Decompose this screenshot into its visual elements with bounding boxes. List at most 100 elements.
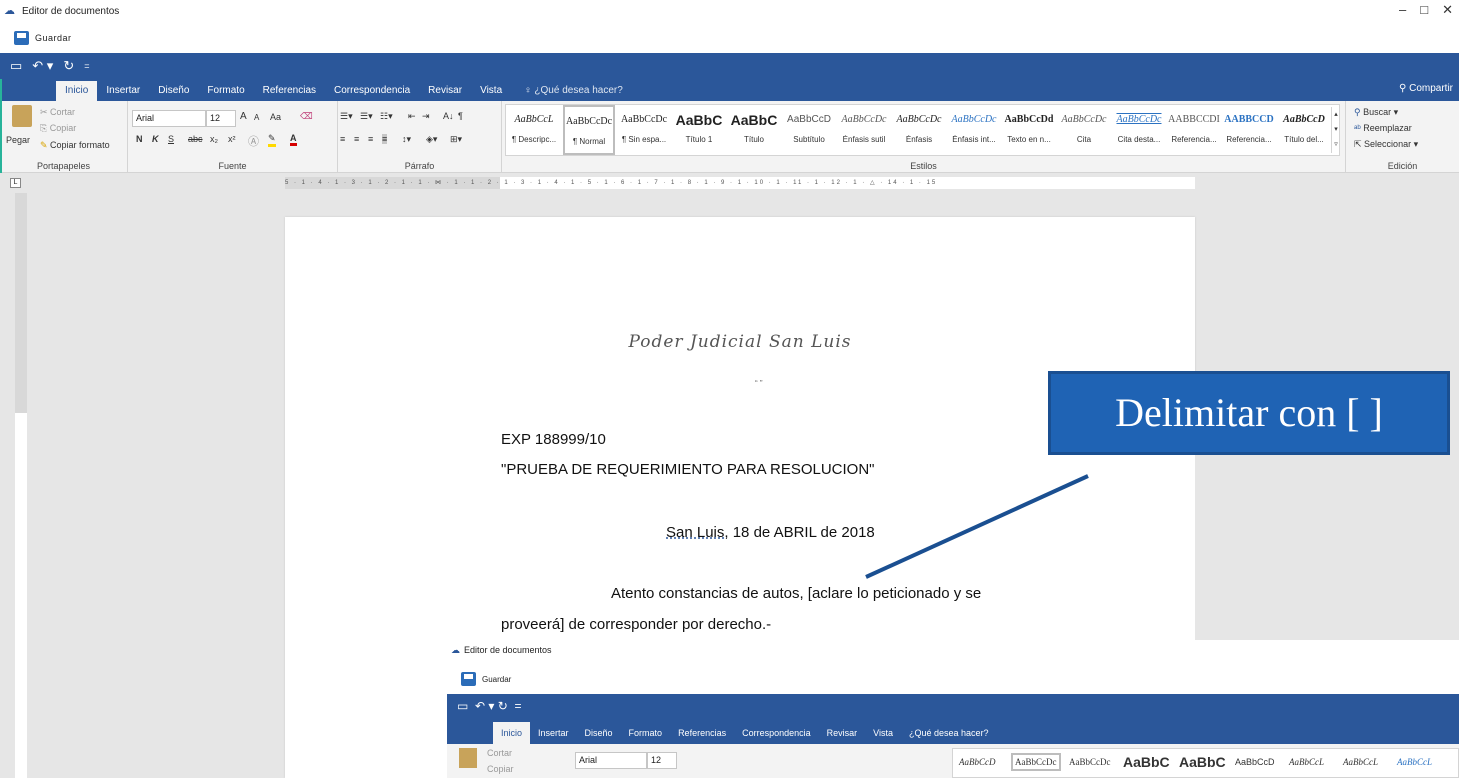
tab-insertar[interactable]: Insertar: [97, 81, 149, 101]
save-button[interactable]: Guardar: [35, 33, 72, 43]
inset-paste-icon[interactable]: [459, 748, 477, 768]
align-right-icon[interactable]: ≡: [368, 134, 373, 144]
show-marks-button[interactable]: ¶: [458, 111, 463, 121]
styles-scroll-icon[interactable]: ▴ ▾ ▿: [1331, 107, 1339, 153]
tab-revisar[interactable]: Revisar: [419, 81, 471, 101]
style-descripcion[interactable]: AaBbCcL ¶ Descripc...: [508, 105, 560, 155]
strikethrough-button[interactable]: abc: [188, 134, 203, 144]
cut-button[interactable]: ✂ Cortar: [40, 107, 75, 118]
borders-icon[interactable]: ⊞▾: [450, 134, 462, 145]
bold-button[interactable]: N: [136, 134, 143, 144]
style-referencia-sutil[interactable]: AABBCCDI Referencia...: [1168, 105, 1220, 155]
underline-button[interactable]: S: [168, 134, 174, 144]
paste-icon[interactable]: [12, 105, 32, 127]
inset-style-sample[interactable]: AaBbCcDc: [1069, 757, 1111, 767]
tab-referencias[interactable]: Referencias: [254, 81, 325, 101]
sort-button[interactable]: A↓: [443, 111, 454, 121]
tab-correspondencia[interactable]: Correspondencia: [325, 81, 419, 101]
align-left-icon[interactable]: ≡: [340, 134, 345, 144]
font-size-select[interactable]: 12: [206, 110, 236, 127]
inset-tab-diseno[interactable]: Diseño: [577, 722, 621, 744]
save-icon[interactable]: ▭: [10, 58, 22, 74]
inset-size-select[interactable]: 12: [647, 752, 677, 769]
inset-tab-correspondencia[interactable]: Correspondencia: [734, 722, 819, 744]
inset-tell-me[interactable]: ¿Qué desea hacer?: [901, 722, 997, 744]
paste-button[interactable]: Pegar: [6, 135, 30, 145]
inset-floppy-icon[interactable]: [461, 672, 476, 686]
inset-cut-button[interactable]: Cortar: [487, 748, 512, 758]
style-cita-destacada[interactable]: AaBbCcDc Cita desta...: [1113, 105, 1165, 155]
format-painter-button[interactable]: ✎ Copiar formato: [40, 140, 110, 151]
inset-tab-vista[interactable]: Vista: [865, 722, 901, 744]
numbering-icon[interactable]: ☰▾: [360, 111, 373, 122]
style-titulo-libro[interactable]: AaBbCcD Título del...: [1278, 105, 1330, 155]
bullets-icon[interactable]: ☰▾: [340, 111, 353, 122]
inset-tab-inicio[interactable]: Inicio: [493, 722, 531, 744]
copy-button[interactable]: ⎘ Copiar: [40, 123, 76, 134]
vertical-ruler[interactable]: [15, 193, 27, 778]
close-button[interactable]: ✕: [1442, 2, 1453, 18]
style-texto-negrita[interactable]: AaBbCcDd Texto en n...: [1003, 105, 1055, 155]
minimize-button[interactable]: –: [1399, 2, 1406, 18]
decrease-indent-icon[interactable]: ⇤: [408, 111, 416, 122]
shading-icon[interactable]: ◈▾: [426, 134, 437, 145]
style-sin-espaciado[interactable]: AaBbCcDc ¶ Sin espa...: [618, 105, 670, 155]
justify-icon[interactable]: ≡: [382, 134, 388, 144]
maximize-button[interactable]: □: [1420, 2, 1428, 18]
replace-button[interactable]: ᵃᵇ Reemplazar: [1354, 123, 1412, 133]
inset-tab-revisar[interactable]: Revisar: [819, 722, 866, 744]
line-spacing-icon[interactable]: ↕▾: [402, 134, 411, 145]
style-subtitulo[interactable]: AaBbCcD Subtítulo: [783, 105, 835, 155]
tab-vista[interactable]: Vista: [471, 81, 511, 101]
inset-style-sample[interactable]: AaBbCcL: [1397, 757, 1432, 767]
font-name-select[interactable]: Arial: [132, 110, 206, 127]
align-center-icon[interactable]: ≡: [354, 134, 359, 144]
inset-save-button[interactable]: Guardar: [482, 675, 511, 684]
style-enfasis-intenso[interactable]: AaBbCcDc Énfasis int...: [948, 105, 1000, 155]
inset-tab-formato[interactable]: Formato: [621, 722, 671, 744]
grow-font-button[interactable]: A: [240, 111, 247, 122]
highlight-icon[interactable]: ✎: [268, 133, 276, 147]
inset-style-sample[interactable]: AaBbCcDc: [1011, 753, 1061, 771]
inset-copy-button[interactable]: Copiar: [487, 764, 514, 774]
tab-diseno[interactable]: Diseño: [149, 81, 198, 101]
change-case-button[interactable]: Aa: [270, 112, 281, 122]
style-enfasis[interactable]: AaBbCcDc Énfasis: [893, 105, 945, 155]
style-titulo-1[interactable]: AaBbC Título 1: [673, 105, 725, 155]
undo-icon[interactable]: ↶ ▾: [32, 58, 53, 74]
style-referencia-intensa[interactable]: AABBCCD Referencia...: [1223, 105, 1275, 155]
inset-font-select[interactable]: Arial: [575, 752, 647, 769]
inset-style-sample[interactable]: AaBbCcD: [959, 757, 996, 767]
clear-format-icon[interactable]: ⌫: [300, 111, 313, 122]
share-button[interactable]: ⚲ Compartir: [1399, 83, 1453, 94]
multilevel-list-icon[interactable]: ☷▾: [380, 111, 393, 122]
increase-indent-icon[interactable]: ⇥: [422, 111, 430, 122]
inset-style-sample[interactable]: AaBbCcL: [1289, 757, 1324, 767]
style-enfasis-sutil[interactable]: AaBbCcDc Énfasis sutil: [838, 105, 890, 155]
style-normal[interactable]: AaBbCcDc ¶ Normal: [563, 105, 615, 155]
customize-icon[interactable]: =: [84, 61, 89, 71]
inset-tab-insertar[interactable]: Insertar: [530, 722, 577, 744]
superscript-button[interactable]: x²: [228, 134, 236, 144]
inset-style-sample[interactable]: AaBbCcD: [1235, 757, 1275, 767]
inset-style-sample[interactable]: AaBbC: [1123, 754, 1170, 770]
find-button[interactable]: ⚲ Buscar ▾: [1354, 107, 1398, 118]
inset-style-sample[interactable]: AaBbC: [1179, 754, 1226, 770]
inset-style-sample[interactable]: AaBbCcL: [1343, 757, 1378, 767]
tell-me-box[interactable]: ♀ ¿Qué desea hacer?: [515, 81, 632, 101]
font-color-icon[interactable]: A: [290, 133, 297, 146]
shrink-font-button[interactable]: A: [254, 113, 259, 122]
tab-inicio[interactable]: Inicio: [56, 81, 98, 101]
tab-selector-button[interactable]: L: [10, 178, 21, 188]
style-cita[interactable]: AaBbCcDc Cita: [1058, 105, 1110, 155]
floppy-disk-icon[interactable]: [14, 30, 29, 45]
style-titulo[interactable]: AaBbC Título: [728, 105, 780, 155]
inset-tab-referencias[interactable]: Referencias: [670, 722, 734, 744]
select-button[interactable]: ⇱ Seleccionar ▾: [1354, 139, 1418, 150]
redo-icon[interactable]: ↻: [63, 58, 74, 74]
tab-formato[interactable]: Formato: [198, 81, 253, 101]
text-effects-icon[interactable]: Ⓐ: [248, 133, 259, 149]
horizontal-ruler[interactable]: 5 · 1 · 4 · 1 · 3 · 1 · 2 · 1 · 1 · ⋈ · …: [285, 177, 1195, 189]
subscript-button[interactable]: x₂: [210, 134, 218, 144]
italic-button[interactable]: K: [152, 134, 159, 144]
